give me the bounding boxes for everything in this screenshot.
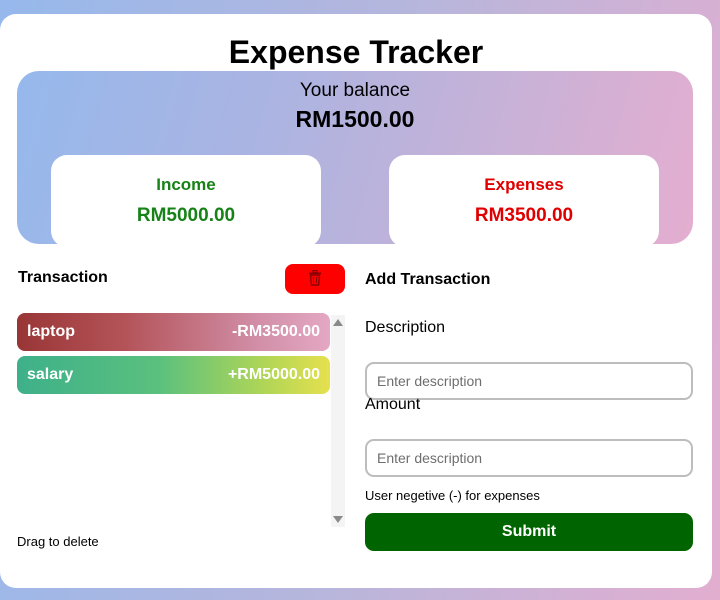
- scroll-up-icon[interactable]: [333, 319, 343, 326]
- transaction-item-salary[interactable]: salary +RM5000.00: [17, 356, 330, 394]
- description-label: Description: [365, 319, 446, 336]
- transaction-item-laptop[interactable]: laptop -RM3500.00: [17, 313, 330, 351]
- expenses-label: Expenses: [484, 175, 564, 194]
- amount-input[interactable]: [365, 439, 693, 477]
- transaction-list: laptop -RM3500.00 salary +RM5000.00: [17, 313, 330, 513]
- scroll-down-icon[interactable]: [333, 516, 343, 523]
- balance-label: Your balance: [299, 80, 411, 101]
- page-title: Expense Tracker: [228, 34, 484, 70]
- trash-icon: [308, 269, 322, 289]
- balance-panel: Your balance RM1500.00 Income RM5000.00 …: [17, 71, 693, 247]
- expenses-amount: RM3500.00: [474, 205, 574, 226]
- description-input[interactable]: [365, 362, 693, 400]
- expense-sign-hint: User negetive (-) for expenses: [365, 488, 540, 503]
- transaction-name: salary: [27, 366, 74, 383]
- income-label: Income: [156, 175, 216, 194]
- transaction-amount: -RM3500.00: [231, 323, 320, 340]
- transaction-name: laptop: [27, 323, 75, 340]
- transaction-amount: +RM5000.00: [227, 366, 320, 383]
- submit-button[interactable]: Submit: [365, 513, 693, 551]
- add-transaction-heading: Add Transaction: [365, 271, 491, 288]
- drag-to-delete-hint: Drag to delete: [17, 534, 99, 549]
- transaction-heading: Transaction: [18, 269, 108, 286]
- delete-button[interactable]: [285, 264, 345, 294]
- balance-amount: RM1500.00: [295, 106, 415, 132]
- income-amount: RM5000.00: [136, 205, 236, 226]
- expenses-box: Expenses RM3500.00: [389, 155, 659, 247]
- income-box: Income RM5000.00: [51, 155, 321, 247]
- transaction-scrollbar[interactable]: [331, 315, 345, 527]
- amount-label: Amount: [365, 396, 421, 413]
- tracker-card: Expense Tracker Your balance RM1500.00 I…: [0, 14, 712, 588]
